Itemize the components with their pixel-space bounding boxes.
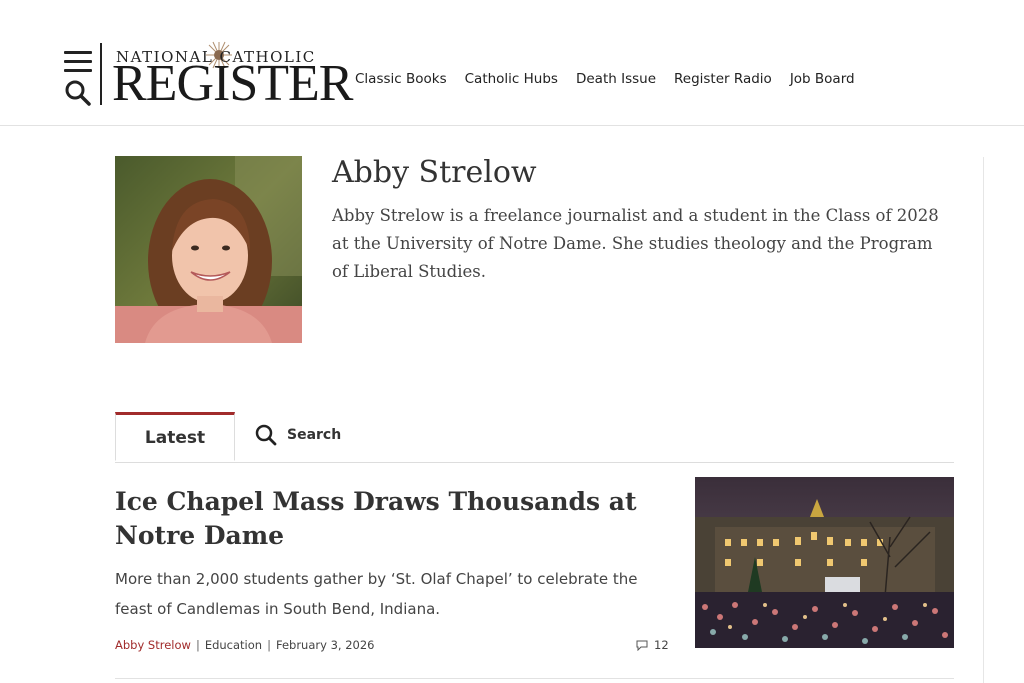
site-logo[interactable]: NATIONAL CATHOLIC REGISTER — [112, 40, 353, 110]
meta-separator: | — [195, 638, 200, 652]
content-right-rule — [983, 157, 984, 683]
comment-count: 12 — [654, 638, 669, 652]
tab-latest[interactable]: Latest — [115, 412, 235, 461]
logo-main-text: REGISTER — [112, 55, 353, 112]
comments-link[interactable]: 12 — [636, 638, 669, 652]
author-bio: Abby Strelow is a freelance journalist a… — [332, 206, 939, 281]
site-header: NATIONAL CATHOLIC REGISTER Classic Books… — [0, 0, 1024, 126]
article-date: February 3, 2026 — [275, 638, 375, 652]
nav-register-radio[interactable]: Register Radio — [674, 71, 772, 87]
header-divider — [100, 43, 102, 105]
author-name: Abby Strelow — [332, 155, 537, 190]
tab-search-label: Search — [287, 427, 342, 443]
menu-icon[interactable] — [64, 51, 92, 73]
search-icon — [255, 424, 277, 446]
author-photo — [115, 156, 302, 343]
comment-icon — [636, 640, 648, 651]
content-tabs: Latest Search — [115, 412, 954, 463]
nav-classic-books[interactable]: Classic Books — [355, 71, 447, 87]
article-title[interactable]: Ice Chapel Mass Draws Thousands at Notre… — [115, 485, 675, 553]
meta-separator: | — [267, 638, 271, 652]
main-nav: Classic Books Catholic Hubs Death Issue … — [355, 71, 855, 87]
nav-catholic-hubs[interactable]: Catholic Hubs — [465, 71, 558, 87]
nav-death-issue[interactable]: Death Issue — [576, 71, 656, 87]
article-meta: Abby Strelow | Education | February 3, 2… — [115, 638, 374, 652]
search-icon[interactable] — [64, 79, 92, 107]
article-divider — [115, 678, 954, 679]
article-summary: More than 2,000 students gather by ‘St. … — [115, 570, 638, 618]
tab-search[interactable]: Search — [255, 424, 341, 446]
article-category[interactable]: Education — [205, 638, 262, 652]
article-thumbnail[interactable] — [695, 477, 954, 648]
nav-job-board[interactable]: Job Board — [790, 71, 855, 87]
article-author-link[interactable]: Abby Strelow — [115, 638, 191, 652]
